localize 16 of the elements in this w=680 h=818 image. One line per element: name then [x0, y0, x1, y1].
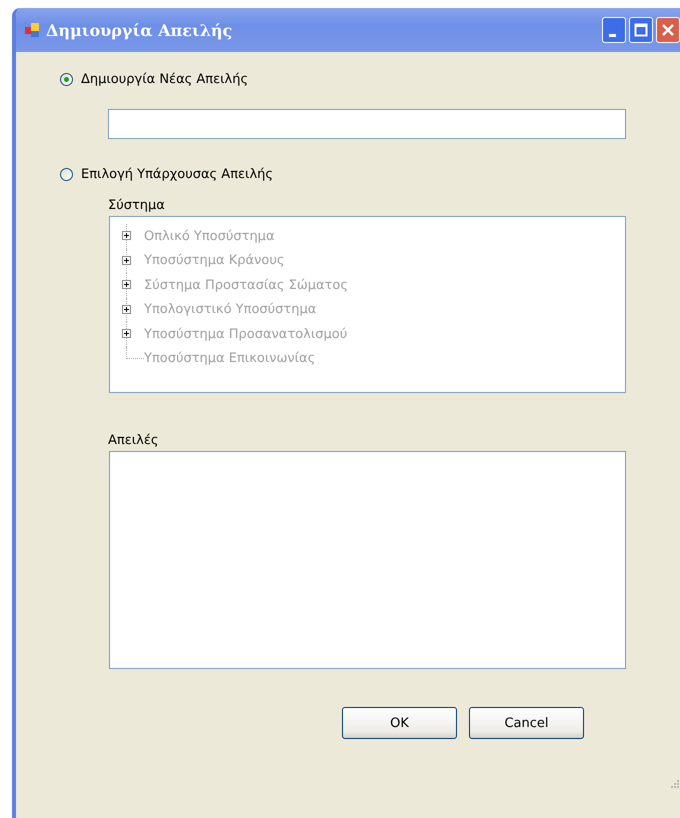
radio-button[interactable] — [60, 73, 73, 86]
field-label: Σύστημα — [108, 198, 166, 213]
radio-label[interactable]: Δημιουργία Νέας Απειλής — [81, 72, 248, 87]
minimize-button[interactable] — [602, 17, 626, 43]
maximize-button[interactable] — [629, 17, 653, 43]
window-title: Δημιουργία Απειλής — [46, 20, 234, 40]
field-label: Απειλές — [108, 433, 160, 448]
radio-button[interactable] — [60, 168, 73, 181]
text-field[interactable] — [108, 109, 626, 139]
app-icon — [24, 22, 40, 38]
close-button[interactable] — [656, 17, 680, 43]
minimize-icon — [608, 34, 616, 36]
dialog-button[interactable]: OK — [342, 707, 457, 739]
radio-label[interactable]: Επιλογή Υπάρχουσας Απειλής — [81, 167, 274, 182]
resize-grip-icon[interactable] — [670, 778, 680, 788]
dialog-button[interactable]: Cancel — [469, 707, 584, 739]
